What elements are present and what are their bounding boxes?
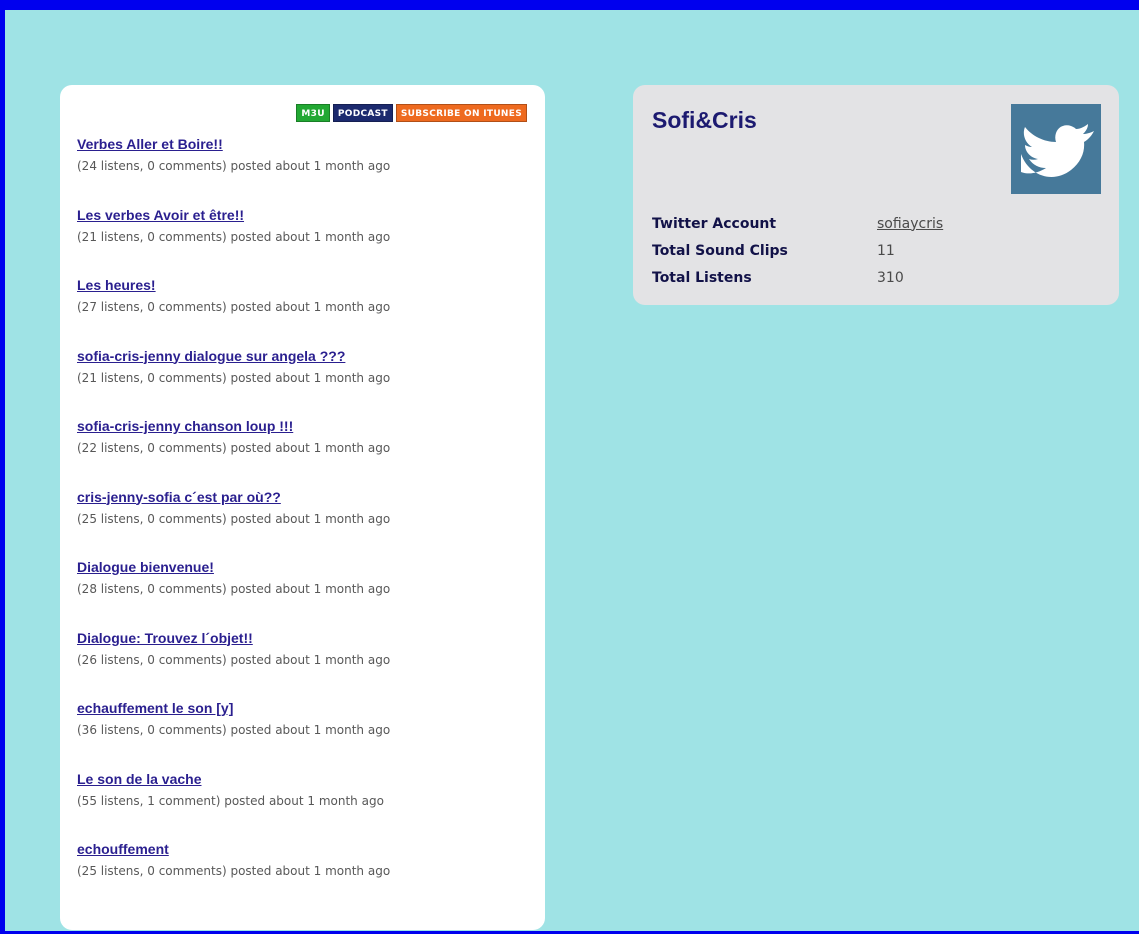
- clip-item: sofia-cris-jenny chanson loup !!! (22 li…: [77, 416, 390, 487]
- stat-value: 11: [877, 242, 895, 259]
- clip-item: Verbes Aller et Boire!! (24 listens, 0 c…: [77, 134, 390, 205]
- clip-meta: (27 listens, 0 comments) posted about 1 …: [77, 300, 391, 314]
- profile-panel: Sofi&Cris Twitter Account sofiaycris Tot…: [633, 85, 1119, 305]
- clip-item: Le son de la vache (55 listens, 1 commen…: [77, 769, 390, 840]
- clip-meta: (36 listens, 0 comments) posted about 1 …: [77, 723, 391, 737]
- stat-row-listens: Total Listens 310: [652, 264, 943, 291]
- clip-title-link[interactable]: Dialogue: Trouvez l´objet!!: [77, 629, 253, 647]
- podcast-badge[interactable]: PODCAST: [332, 104, 393, 122]
- clip-title-link[interactable]: cris-jenny-sofia c´est par où??: [77, 488, 281, 506]
- page-frame: M3U PODCAST SUBSCRIBE ON ITUNES Verbes A…: [0, 0, 1139, 934]
- clip-meta: (21 listens, 0 comments) posted about 1 …: [77, 370, 391, 385]
- profile-stats: Twitter Account sofiaycris Total Sound C…: [652, 210, 943, 291]
- stat-row-twitter: Twitter Account sofiaycris: [652, 210, 943, 237]
- clip-title-link[interactable]: Verbes Aller et Boire!!: [77, 135, 223, 153]
- stat-label: Twitter Account: [652, 215, 777, 232]
- sound-clips-panel: M3U PODCAST SUBSCRIBE ON ITUNES Verbes A…: [60, 85, 545, 930]
- clip-meta: (22 listens, 0 comments) posted about 1 …: [77, 441, 391, 455]
- clip-meta: (24 listens, 0 comments) posted about 1 …: [77, 159, 391, 173]
- clip-meta: (55 listens, 1 comment) posted about 1 m…: [77, 793, 384, 808]
- clip-item: cris-jenny-sofia c´est par où?? (25 list…: [77, 487, 390, 558]
- clip-item: sofia-cris-jenny dialogue sur angela ???…: [77, 346, 390, 417]
- clip-item: Dialogue bienvenue! (28 listens, 0 comme…: [77, 557, 390, 628]
- stat-row-sound-clips: Total Sound Clips 11: [652, 237, 943, 264]
- clip-item: echauffement le son [y] (36 listens, 0 c…: [77, 698, 390, 769]
- twitter-account-link[interactable]: sofiaycris: [877, 216, 943, 232]
- twitter-bird-icon: [1021, 124, 1094, 177]
- stat-label: Total Listens: [652, 269, 752, 286]
- clip-meta: (26 listens, 0 comments) posted about 1 …: [77, 652, 391, 667]
- clip-title-link[interactable]: Les verbes Avoir et être!!: [77, 206, 244, 224]
- clip-item: echouffement (25 listens, 0 comments) po…: [77, 839, 390, 910]
- profile-name: Sofi&Cris: [652, 107, 757, 133]
- clip-title-link[interactable]: Dialogue bienvenue!: [77, 558, 214, 576]
- clip-meta: (28 listens, 0 comments) posted about 1 …: [77, 582, 391, 596]
- clip-title-link[interactable]: echouffement: [77, 840, 169, 858]
- feed-badges: M3U PODCAST SUBSCRIBE ON ITUNES: [296, 104, 527, 122]
- clip-title-link[interactable]: Le son de la vache: [77, 770, 202, 788]
- profile-avatar[interactable]: [1011, 104, 1101, 194]
- stat-value: 310: [877, 269, 904, 286]
- clip-meta: (25 listens, 0 comments) posted about 1 …: [77, 864, 391, 878]
- clip-meta: (25 listens, 0 comments) posted about 1 …: [77, 511, 391, 526]
- stat-label: Total Sound Clips: [652, 242, 788, 259]
- clip-item: Les verbes Avoir et être!! (21 listens, …: [77, 205, 390, 276]
- m3u-badge[interactable]: M3U: [296, 104, 330, 122]
- clip-item: Les heures! (27 listens, 0 comments) pos…: [77, 275, 390, 346]
- clip-meta: (21 listens, 0 comments) posted about 1 …: [77, 229, 391, 244]
- clip-item: Dialogue: Trouvez l´objet!! (26 listens,…: [77, 628, 390, 699]
- clip-list: Verbes Aller et Boire!! (24 listens, 0 c…: [77, 134, 390, 910]
- clip-title-link[interactable]: sofia-cris-jenny chanson loup !!!: [77, 417, 293, 435]
- subscribe-itunes-badge[interactable]: SUBSCRIBE ON ITUNES: [395, 104, 527, 122]
- clip-title-link[interactable]: sofia-cris-jenny dialogue sur angela ???: [77, 347, 345, 365]
- clip-title-link[interactable]: echauffement le son [y]: [77, 699, 233, 717]
- clip-title-link[interactable]: Les heures!: [77, 276, 156, 294]
